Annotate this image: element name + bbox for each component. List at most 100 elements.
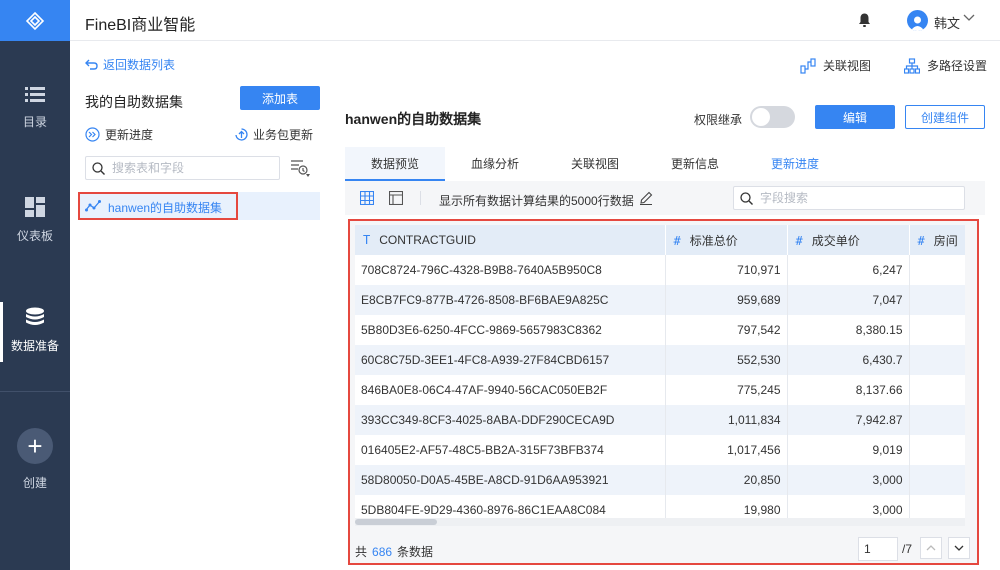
column-header-unit-price[interactable]: # 成交单价 (787, 225, 910, 255)
line-chart-icon (85, 200, 101, 212)
data-table: T CONTRACTGUID # 标准总价 # 成交单价 # 房间 708C8724-7… (355, 225, 965, 525)
prev-page-button[interactable] (920, 537, 942, 559)
table-row: 60C8C75D-3EE1-4FC8-A939-27F84CBD6157 552… (355, 345, 965, 375)
user-name[interactable]: 韩文 (934, 13, 960, 32)
table-cell: 6,247 (787, 255, 910, 285)
table-cell: 016405E2-AF57-48C5-BB2A-315F73BFB374 (355, 435, 666, 465)
edit-button[interactable]: 编辑 (815, 105, 895, 129)
table-cell: 8,137.66 (787, 375, 910, 405)
page-total: /7 (902, 542, 913, 556)
pencil-icon[interactable] (639, 191, 653, 205)
dataset-item-label: hanwen的自助数据集 (108, 201, 223, 215)
tab-lineage[interactable]: 血缘分析 (445, 147, 545, 181)
grid-view-icon[interactable] (360, 191, 374, 205)
add-table-button[interactable]: 添加表 (240, 86, 320, 110)
table-cell: 58D80050-D0A5-45BE-A8CD-91D6AA953921 (355, 465, 666, 495)
table-cell: 552,530 (665, 345, 788, 375)
table-cell: 1,017,456 (665, 435, 788, 465)
column-header-total-price[interactable]: # 标准总价 (665, 225, 788, 255)
horizontal-scrollbar-thumb[interactable] (355, 519, 437, 525)
chevron-down-icon[interactable] (963, 14, 975, 22)
next-page-button[interactable] (948, 537, 970, 559)
column-header-room[interactable]: # 房间 (909, 225, 965, 255)
table-cell: 7,047 (787, 285, 910, 315)
nav-item-create[interactable]: + 创建 (0, 428, 70, 491)
table-cell (909, 315, 965, 345)
text-type-icon: T (363, 233, 371, 247)
table-cell: 9,019 (787, 435, 910, 465)
table-cell: 3,000 (787, 465, 910, 495)
user-icon (910, 16, 925, 31)
permission-inherit-toggle[interactable] (750, 106, 795, 128)
upload-icon (235, 128, 248, 141)
tab-data-preview[interactable]: 数据预览 (345, 147, 445, 181)
table-cell: 710,971 (665, 255, 788, 285)
tab-update-info[interactable]: 更新信息 (645, 147, 745, 181)
tab-relation-view[interactable]: 关联视图 (545, 147, 645, 181)
multipath-settings-button[interactable]: 多路径设置 (904, 57, 987, 74)
column-header-label: CONTRACTGUID (379, 233, 476, 247)
relation-icon (800, 57, 816, 74)
table-row: 016405E2-AF57-48C5-BB2A-315F73BFB374 1,0… (355, 435, 965, 465)
table-row: E8CB7FC9-877B-4726-8508-BF6BAE9A825C 959… (355, 285, 965, 315)
nav-divider (0, 391, 70, 392)
table-cell: 60C8C75D-3EE1-4FC8-A939-27F84CBD6157 (355, 345, 666, 375)
back-to-list-link[interactable]: 返回数据列表 (85, 56, 175, 73)
top-actions-bar: 关联视图 多路径设置 (330, 41, 1000, 89)
column-header-contractguid[interactable]: T CONTRACTGUID (355, 225, 666, 255)
multipath-label: 多路径设置 (927, 59, 988, 73)
relation-view-button[interactable]: 关联视图 (800, 57, 871, 74)
table-cell: 1,011,834 (665, 405, 788, 435)
table-cell (909, 255, 965, 285)
table-cell (909, 405, 965, 435)
table-cell (909, 465, 965, 495)
dataset-item-hanwen[interactable]: hanwen的自助数据集 (78, 192, 320, 220)
app-title: FineBI商业智能 (85, 17, 196, 34)
table-cell: E8CB7FC9-877B-4726-8508-BF6BAE9A825C (355, 285, 666, 315)
table-search-input[interactable] (112, 161, 262, 175)
row-count-prefix: 共 (355, 545, 368, 559)
table-cell: 20,850 (665, 465, 788, 495)
table-row: 846BA0E8-06C4-47AF-9940-56CAC050EB2F 775… (355, 375, 965, 405)
toolbar-divider (420, 191, 421, 205)
filter-list-icon[interactable] (290, 158, 310, 178)
app-logo[interactable] (0, 0, 70, 41)
database-icon (26, 307, 44, 325)
back-arrow-icon (85, 59, 98, 70)
bell-icon[interactable] (858, 13, 871, 27)
package-update-link[interactable]: 业务包更新 (234, 126, 313, 143)
tab-bar: 数据预览 血缘分析 关联视图 更新信息 更新进度 (345, 147, 985, 181)
field-view-icon[interactable] (389, 191, 403, 205)
preview-info-text: 显示所有数据计算结果的5000行数据 (439, 194, 634, 208)
table-cell: 8,380.15 (787, 315, 910, 345)
horizontal-scrollbar-track[interactable] (355, 518, 965, 526)
column-header-label: 标准总价 (689, 233, 738, 248)
update-progress-link[interactable]: 更新进度 (85, 126, 153, 143)
table-cell: 846BA0E8-06C4-47AF-9940-56CAC050EB2F (355, 375, 666, 405)
tab-update-progress[interactable]: 更新进度 (745, 147, 845, 181)
field-search-input[interactable] (760, 191, 950, 205)
create-component-button[interactable]: 创建组件 (905, 105, 985, 129)
row-count-suffix: 条数据 (397, 545, 434, 559)
table-cell: 7,942.87 (787, 405, 910, 435)
panel-title: 我的自助数据集 (85, 94, 183, 110)
nav-item-catalog[interactable]: 目录 (0, 87, 70, 130)
nav-item-data-prep[interactable]: 数据准备 (0, 307, 70, 354)
search-icon (92, 161, 105, 175)
nav-item-dashboard[interactable]: 仪表板 (0, 197, 70, 244)
list-icon (25, 87, 45, 102)
number-type-icon: # (917, 233, 925, 248)
data-table-container[interactable]: T CONTRACTGUID # 标准总价 # 成交单价 # 房间 708C8724-7… (355, 225, 965, 525)
package-update-label: 业务包更新 (253, 128, 314, 142)
content-area: 关联视图 多路径设置 hanwen的自助数据集 权限继承 编辑 创建组件 数据预… (330, 41, 1000, 570)
back-link-label: 返回数据列表 (103, 58, 176, 72)
page-number-input[interactable] (858, 537, 898, 561)
avatar[interactable] (907, 10, 928, 31)
nav-label-catalog: 目录 (22, 115, 47, 129)
table-row: 393CC349-8CF3-4025-8ABA-DDF290CECA9D 1,0… (355, 405, 965, 435)
table-cell: 6,430.7 (787, 345, 910, 375)
table-cell (909, 285, 965, 315)
table-cell (909, 345, 965, 375)
plus-icon: + (17, 428, 53, 464)
table-cell: 959,689 (665, 285, 788, 315)
